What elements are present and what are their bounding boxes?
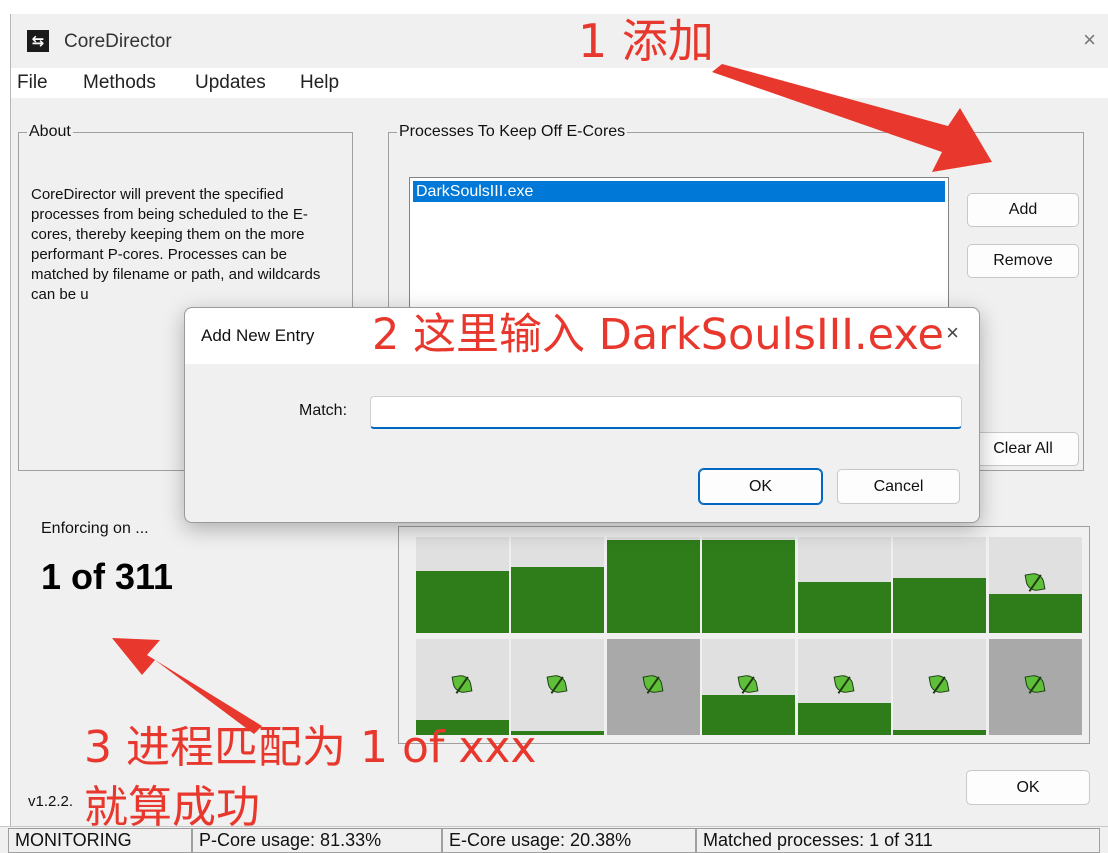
core-cell <box>416 639 509 735</box>
menu-help[interactable]: Help <box>300 72 339 94</box>
processes-legend: Processes To Keep Off E-Cores <box>399 123 626 140</box>
core-cell <box>607 639 700 735</box>
core-cell <box>989 537 1082 633</box>
green-leaf-icon <box>546 673 568 695</box>
about-text: CoreDirector will prevent the specified … <box>31 186 321 303</box>
remove-button[interactable]: Remove <box>967 244 1079 278</box>
enforcing-count: 1 of 311 <box>41 556 174 597</box>
core-cell <box>607 537 700 633</box>
close-icon[interactable]: × <box>1083 27 1096 53</box>
window-title: CoreDirector <box>64 31 172 52</box>
match-label: Match: <box>299 402 348 419</box>
core-usage-bar <box>989 593 1082 633</box>
dialog-title: Add New Entry <box>201 326 315 345</box>
dialog-cancel-button[interactable]: Cancel <box>837 469 960 504</box>
clear-all-button[interactable]: Clear All <box>967 432 1079 466</box>
green-leaf-icon <box>928 673 950 695</box>
green-leaf-icon <box>1024 571 1046 593</box>
dialog-close-icon[interactable]: × <box>946 320 959 346</box>
core-usage-bar <box>893 578 986 633</box>
match-input[interactable] <box>370 396 962 429</box>
status-matched-processes: Matched processes: 1 of 311 <box>696 828 1100 853</box>
title-bar: ⇆ CoreDirector × <box>11 14 1108 68</box>
core-usage-bar <box>798 703 891 735</box>
core-cell <box>798 639 891 735</box>
green-leaf-icon <box>1024 673 1046 695</box>
dialog-ok-button[interactable]: OK <box>698 468 823 505</box>
core-usage-bar <box>702 694 795 735</box>
about-legend: About <box>29 123 71 140</box>
menu-updates[interactable]: Updates <box>195 72 266 94</box>
core-usage-bar <box>702 539 795 633</box>
core-cell <box>893 537 986 633</box>
menu-file[interactable]: File <box>17 72 48 94</box>
core-cell <box>511 537 604 633</box>
green-leaf-icon <box>833 673 855 695</box>
ok-button[interactable]: OK <box>966 770 1090 805</box>
menu-bar: File Methods Updates Help <box>11 68 1108 98</box>
version-label: v1.2.2. <box>28 793 74 810</box>
core-cell <box>702 537 795 633</box>
process-list-item[interactable]: DarkSoulsIII.exe <box>413 181 945 202</box>
core-cell <box>416 537 509 633</box>
annotation-step2: 2 这里输入 DarkSoulsIII.exe <box>372 310 944 360</box>
menu-methods[interactable]: Methods <box>83 72 156 94</box>
core-cell <box>989 639 1082 735</box>
core-cell <box>798 537 891 633</box>
app-logo-icon: ⇆ <box>27 30 49 52</box>
core-cell <box>702 639 795 735</box>
core-usage-bar <box>511 566 604 633</box>
add-button[interactable]: Add <box>967 193 1079 227</box>
green-leaf-icon <box>451 673 473 695</box>
enforcing-label: Enforcing on ... <box>41 520 149 537</box>
core-usage-bar <box>893 730 986 735</box>
core-usage-bar <box>607 539 700 633</box>
annotation-step1: 1 添加 <box>578 14 714 68</box>
green-leaf-icon <box>642 673 664 695</box>
annotation-step3-line1: 3 进程匹配为 1 of xxx <box>84 722 537 773</box>
cores-panel <box>398 526 1090 744</box>
annotation-step3-line2: 就算成功 <box>84 782 260 833</box>
green-leaf-icon <box>737 673 759 695</box>
status-e-core-usage: E-Core usage: 20.38% <box>442 828 696 853</box>
core-usage-bar <box>798 582 891 633</box>
core-cell <box>893 639 986 735</box>
core-usage-bar <box>416 570 509 633</box>
core-cell <box>511 639 604 735</box>
